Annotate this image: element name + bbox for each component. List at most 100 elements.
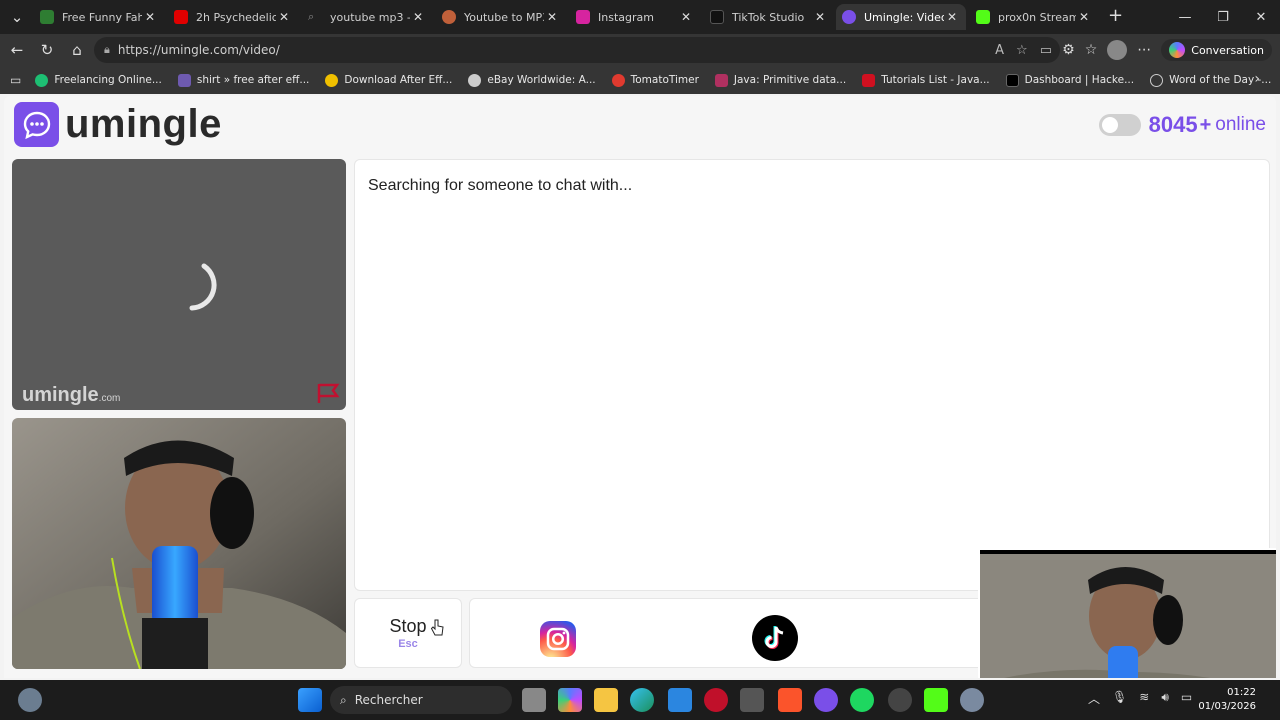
tab-title: Umingle: Video	[864, 10, 944, 24]
umingle-logo[interactable]: umingle	[14, 102, 222, 147]
tiktok-icon[interactable]	[752, 615, 798, 661]
bookmark-7[interactable]: Dashboard | Hacke...	[1005, 73, 1134, 87]
back-arrow-icon[interactable]: ←	[2, 36, 32, 64]
address-bar[interactable]: 🔒︎ https://umingle.com/video/ A ☆ ▭	[94, 37, 1060, 63]
hackerrank-icon	[1005, 73, 1019, 87]
tab-close-icon[interactable]: ✕	[276, 10, 292, 24]
bookmark-2[interactable]: Download After Eff...	[325, 73, 453, 87]
url-text[interactable]: https://umingle.com/video/	[118, 43, 280, 57]
favorite-star-icon[interactable]: ☆	[1016, 43, 1028, 58]
copilot-app-icon[interactable]	[558, 688, 582, 712]
bookmarks-overflow-chevron-icon[interactable]: ›	[1254, 71, 1260, 87]
tab-title: youtube mp3 - Sea	[330, 10, 410, 24]
camera-icon[interactable]: ▭	[1040, 43, 1052, 58]
battery-icon[interactable]: ▭	[1181, 690, 1192, 707]
bookmark-6[interactable]: Tutorials List - Java...	[862, 73, 990, 87]
edge-browser-icon[interactable]	[630, 688, 654, 712]
online-indicator: 8045 + online	[1098, 112, 1266, 138]
tray-overflow-chevron-icon[interactable]: ︿	[1088, 690, 1100, 707]
microphone-icon[interactable]: 🎙︎	[1112, 690, 1127, 707]
app-icon[interactable]	[888, 688, 912, 712]
new-tab-plus-icon[interactable]: +	[1108, 5, 1123, 26]
bookmark-4[interactable]: TomatoTimer	[611, 73, 699, 87]
favorites-icon[interactable]: ☆	[1085, 42, 1098, 58]
close-window-icon[interactable]: ✕	[1242, 0, 1280, 34]
microsoft-store-icon[interactable]	[668, 688, 692, 712]
instagram-icon[interactable]	[540, 621, 576, 657]
tab-close-icon[interactable]: ✕	[1076, 10, 1092, 24]
picture-in-picture-window[interactable]	[978, 548, 1276, 678]
widgets-weather-icon[interactable]	[18, 688, 42, 712]
tab-1[interactable]: 2h Psychedelic Col ✕	[168, 4, 298, 30]
tab-5[interactable]: TikTok Studio ✕	[704, 4, 834, 30]
tab-4[interactable]: Instagram ✕	[570, 4, 700, 30]
umingle-icon	[842, 10, 856, 24]
bookmark-label: Freelancing Online...	[54, 74, 162, 86]
app-icon[interactable]	[924, 688, 948, 712]
umingle-watermark: umingle.com	[22, 384, 120, 407]
bookmark-5[interactable]: Java: Primitive data...	[714, 73, 846, 87]
webcam-person-image	[12, 418, 346, 669]
read-aloud-icon[interactable]: A	[995, 43, 1004, 58]
bookmark-0[interactable]: Freelancing Online...	[35, 73, 162, 87]
tab-close-icon[interactable]: ✕	[410, 10, 426, 24]
tab-close-icon[interactable]: ✕	[142, 10, 158, 24]
wifi-icon[interactable]: ≋	[1139, 690, 1149, 707]
refresh-icon[interactable]: ↻	[32, 36, 62, 64]
stop-button[interactable]: Stop Esc	[354, 598, 462, 668]
task-view-icon[interactable]	[522, 688, 546, 712]
tab-title: prox0n Stream - W	[998, 10, 1076, 24]
site-info-icon[interactable]: 🔒︎	[104, 43, 110, 57]
search-placeholder: Rechercher	[354, 693, 423, 707]
tab-actions-chevron-icon[interactable]: ⌄	[2, 3, 32, 31]
taskbar-search[interactable]: ⌕ Rechercher	[330, 686, 512, 714]
umingle-app-icon[interactable]	[814, 688, 838, 712]
windows-start-icon[interactable]	[298, 688, 322, 712]
restore-icon[interactable]: ❐	[1204, 0, 1242, 34]
home-icon[interactable]: ⌂	[62, 36, 92, 64]
tiktok-icon	[710, 10, 724, 24]
brand-name: umingle	[65, 102, 222, 146]
bookmark-label: Download After Eff...	[344, 74, 453, 86]
stop-shortcut: Esc	[398, 638, 418, 650]
tab-close-icon[interactable]: ✕	[678, 10, 694, 24]
loading-spinner-icon	[189, 263, 217, 311]
hand-cursor-icon	[430, 619, 444, 636]
file-explorer-icon[interactable]	[594, 688, 618, 712]
copilot-icon	[1169, 42, 1186, 58]
theme-toggle[interactable]	[1098, 114, 1141, 136]
bookmark-3[interactable]: eBay Worldwide: A...	[468, 73, 596, 87]
bookmark-8[interactable]: Word of the Day -...	[1150, 73, 1271, 87]
tab-close-icon[interactable]: ✕	[944, 10, 960, 24]
minimize-icon[interactable]: —	[1166, 0, 1204, 34]
tab-2[interactable]: ⌕ youtube mp3 - Sea ✕	[302, 4, 432, 30]
more-menu-icon[interactable]: ⋯	[1137, 42, 1151, 58]
status-message: Searching for someone to chat with...	[368, 177, 633, 194]
tomato-icon	[611, 73, 625, 87]
chat-panel: Searching for someone to chat with...	[354, 159, 1270, 591]
spotify-icon[interactable]	[850, 688, 874, 712]
app-icon[interactable]	[704, 688, 728, 712]
tab-7[interactable]: prox0n Stream - W ✕	[970, 4, 1098, 30]
app-icon[interactable]	[740, 688, 764, 712]
taskbar-clock[interactable]: 01:22 01/03/2026	[1198, 686, 1256, 714]
stop-label: Stop	[389, 616, 427, 636]
bookmark-1[interactable]: shirt » free after eff...	[177, 73, 309, 87]
youtube-icon	[174, 10, 188, 24]
settings-gear-icon[interactable]	[960, 688, 984, 712]
tab-close-icon[interactable]: ✕	[812, 10, 828, 24]
tab-close-icon[interactable]: ✕	[544, 10, 560, 24]
bookmark-favicon-icon	[325, 73, 339, 87]
search-icon: ⌕	[340, 692, 347, 707]
tab-0[interactable]: Free Funny Fah Sou ✕	[34, 4, 164, 30]
brave-browser-icon[interactable]	[778, 688, 802, 712]
tab-3[interactable]: Youtube to MP3 Co ✕	[436, 4, 566, 30]
volume-icon[interactable]: 🔊︎	[1161, 690, 1169, 707]
tab-6-active[interactable]: Umingle: Video ✕	[836, 4, 966, 30]
extensions-icon[interactable]: ⚙︎	[1062, 42, 1075, 58]
tab-title: Youtube to MP3 Co	[464, 10, 544, 24]
copilot-conversation-button[interactable]: Conversation	[1161, 39, 1272, 61]
report-flag-icon[interactable]	[316, 382, 340, 404]
profile-avatar[interactable]	[1107, 40, 1128, 60]
collections-icon[interactable]: ▭	[10, 73, 21, 87]
